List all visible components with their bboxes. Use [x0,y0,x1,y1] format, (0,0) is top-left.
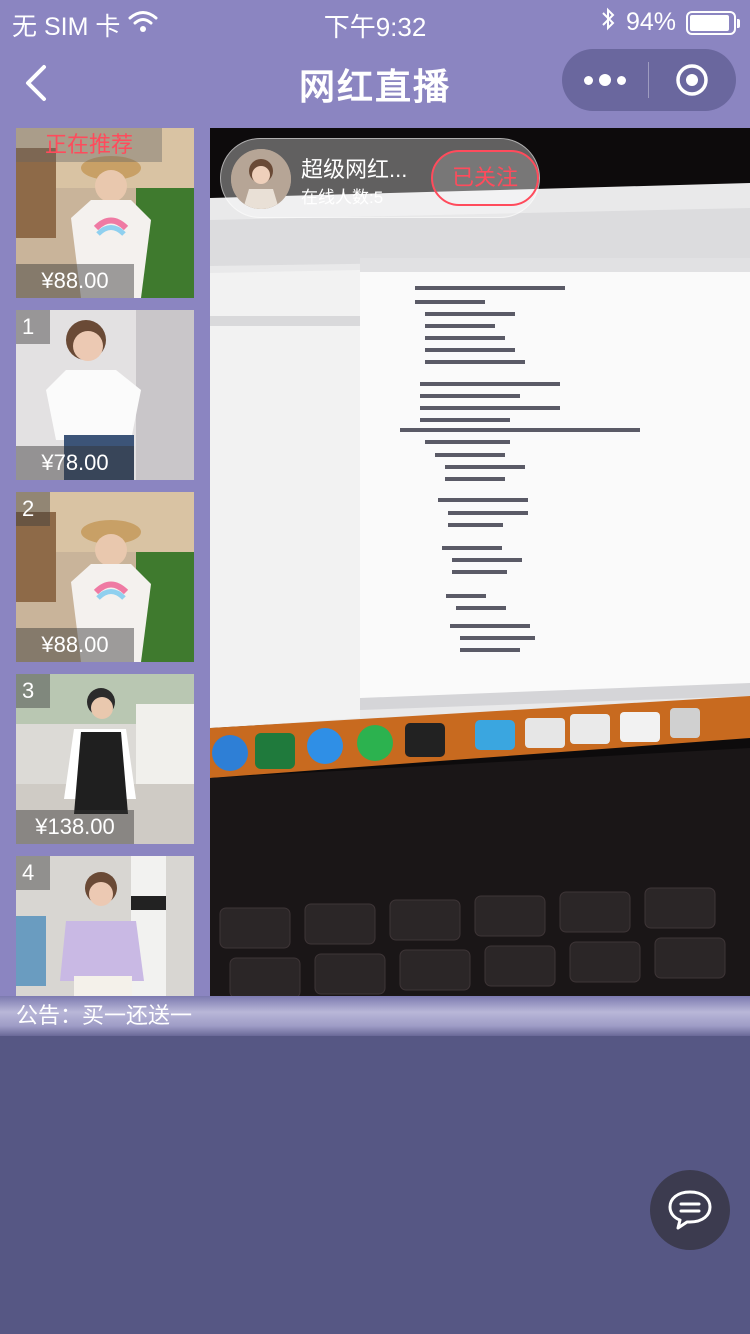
product-index: 2 [16,492,50,526]
product-list[interactable]: 正在推荐 ¥88.00 1 ¥78.00 2 ¥88.00 3 ¥138.00 … [0,128,210,996]
chat-bubble-icon [668,1190,712,1230]
announcement-bar: 公告：买一还送一 [0,996,750,1036]
anchor-info-card[interactable]: 超级网红... 在线人数:5 已关注 [220,138,540,218]
follow-button[interactable]: 已关注 [431,150,539,206]
chat-button[interactable] [650,1170,730,1250]
target-icon [676,64,708,96]
product-index: 1 [16,310,50,344]
battery-percent: 94% [625,8,676,36]
navigation-bar: 网红直播 [0,42,750,128]
top-header: 无 SIM 卡 下午9:32 94% 网红直播 [0,0,750,128]
product-item[interactable]: 4 [16,856,194,996]
more-dots-icon [584,75,593,85]
status-right: 94% [600,7,740,38]
product-price: ¥78.00 [16,446,134,480]
online-viewers-count: 在线人数:5 [301,188,384,207]
product-item[interactable]: 1 ¥78.00 [16,310,194,480]
battery-icon [686,10,740,35]
video-frame [210,128,750,996]
product-item[interactable]: 2 ¥88.00 [16,492,194,662]
product-price: ¥88.00 [16,264,134,298]
product-item[interactable]: 正在推荐 ¥88.00 [16,128,194,298]
anchor-name: 超级网红... [301,157,408,182]
product-price: ¥138.00 [16,810,134,844]
product-index: 4 [16,856,50,890]
more-button[interactable] [562,49,648,111]
live-video[interactable]: 超级网红... 在线人数:5 已关注 [210,128,750,996]
battery-level-fill [690,14,730,31]
close-miniprogram-button[interactable] [649,49,735,111]
product-index: 3 [16,674,50,708]
status-bar: 无 SIM 卡 下午9:32 94% [0,0,750,42]
recommend-badge: 正在推荐 [16,128,162,162]
product-item[interactable]: 3 ¥138.00 [16,674,194,844]
anchor-avatar[interactable] [231,149,291,209]
product-price: ¥88.00 [16,628,134,662]
bluetooth-icon [600,7,616,38]
miniprogram-capsule [562,49,736,111]
announcement-text: 公告：买一还送一 [16,1003,193,1028]
